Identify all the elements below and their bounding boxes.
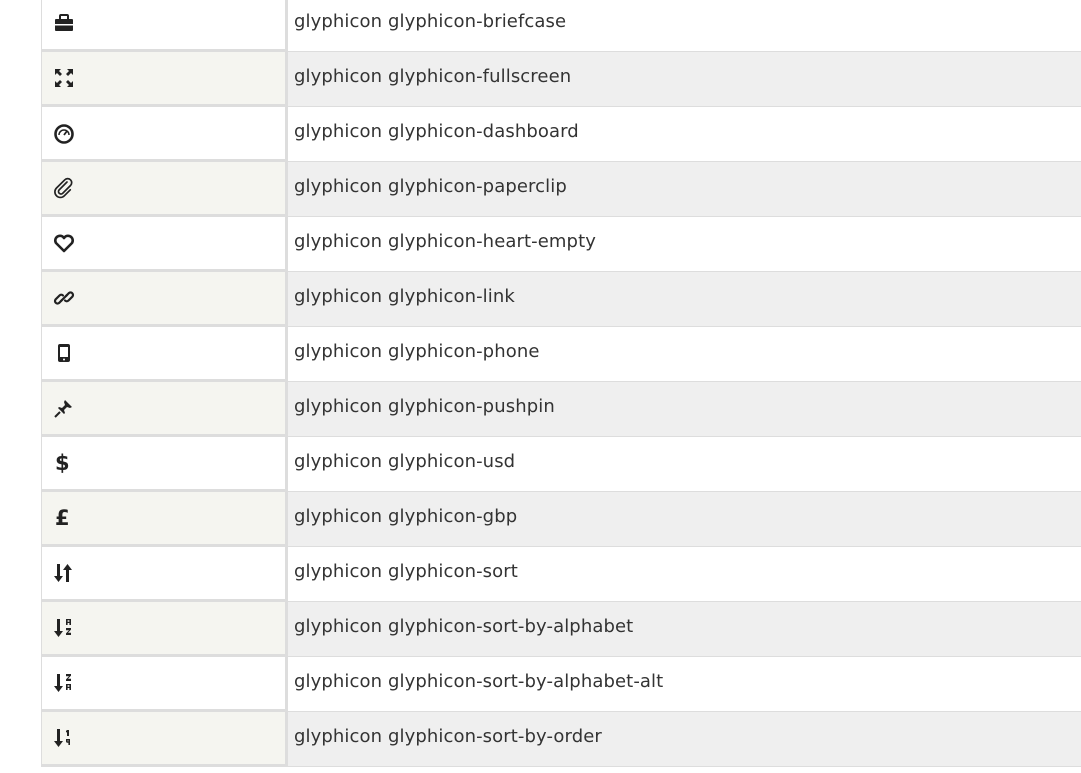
class-name-text: glyphicon glyphicon-sort — [294, 561, 518, 582]
icon-cell: $ — [41, 437, 288, 492]
class-name-cell: glyphicon glyphicon-link — [288, 272, 1081, 327]
table-row: glyphicon glyphicon-dashboard — [0, 107, 1081, 162]
class-name-cell: glyphicon glyphicon-gbp — [288, 492, 1081, 547]
sort-icon — [52, 561, 76, 585]
class-name-text: glyphicon glyphicon-briefcase — [294, 11, 567, 32]
class-name-cell: glyphicon glyphicon-sort-by-alphabet — [288, 602, 1081, 657]
class-name-text: glyphicon glyphicon-pushpin — [294, 396, 555, 417]
table-row: glyphicon glyphicon-sort-by-alphabet — [0, 602, 1081, 657]
heart-empty-icon — [52, 231, 76, 255]
class-name-cell: glyphicon glyphicon-heart-empty — [288, 217, 1081, 272]
glyphicon-table: glyphicon glyphicon-briefcase glyphicon … — [0, 0, 1081, 767]
paperclip-icon — [52, 176, 76, 200]
class-name-cell: glyphicon glyphicon-sort-by-alphabet-alt — [288, 657, 1081, 712]
table-row: glyphicon glyphicon-sort-by-alphabet-alt — [0, 657, 1081, 712]
class-name-text: glyphicon glyphicon-paperclip — [294, 176, 567, 197]
table-row: glyphicon glyphicon-phone — [0, 327, 1081, 382]
table-row: £ glyphicon glyphicon-gbp — [0, 492, 1081, 547]
class-name-text: glyphicon glyphicon-gbp — [294, 506, 518, 527]
class-name-text: glyphicon glyphicon-sort-by-order — [294, 726, 602, 747]
icon-cell — [41, 52, 288, 107]
class-name-cell: glyphicon glyphicon-sort-by-order — [288, 712, 1081, 767]
link-icon — [52, 286, 76, 310]
class-name-cell: glyphicon glyphicon-phone — [288, 327, 1081, 382]
pushpin-icon — [52, 396, 76, 420]
class-name-cell: glyphicon glyphicon-usd — [288, 437, 1081, 492]
class-name-cell: glyphicon glyphicon-pushpin — [288, 382, 1081, 437]
table-row: glyphicon glyphicon-pushpin — [0, 382, 1081, 437]
class-name-cell: glyphicon glyphicon-fullscreen — [288, 52, 1081, 107]
class-name-text: glyphicon glyphicon-link — [294, 286, 515, 307]
icon-cell — [41, 602, 288, 657]
briefcase-icon — [52, 11, 76, 35]
class-name-text: glyphicon glyphicon-phone — [294, 341, 540, 362]
usd-icon: $ — [55, 451, 70, 475]
icon-cell — [41, 382, 288, 437]
table-row: glyphicon glyphicon-sort-by-order — [0, 712, 1081, 767]
class-name-text: glyphicon glyphicon-sort-by-alphabet-alt — [294, 671, 664, 692]
table-row: glyphicon glyphicon-briefcase — [0, 0, 1081, 52]
table-row: glyphicon glyphicon-sort — [0, 547, 1081, 602]
table-row: glyphicon glyphicon-heart-empty — [0, 217, 1081, 272]
class-name-text: glyphicon glyphicon-usd — [294, 451, 516, 472]
icon-cell: £ — [41, 492, 288, 547]
sort-by-order-icon — [52, 726, 76, 750]
table-row: glyphicon glyphicon-paperclip — [0, 162, 1081, 217]
dashboard-icon — [52, 121, 76, 145]
class-name-cell: glyphicon glyphicon-dashboard — [288, 107, 1081, 162]
class-name-cell: glyphicon glyphicon-briefcase — [288, 0, 1081, 52]
class-name-text: glyphicon glyphicon-heart-empty — [294, 231, 596, 252]
table-row: glyphicon glyphicon-link — [0, 272, 1081, 327]
class-name-text: glyphicon glyphicon-dashboard — [294, 121, 579, 142]
icon-cell — [41, 657, 288, 712]
table-row: $ glyphicon glyphicon-usd — [0, 437, 1081, 492]
icon-cell — [41, 327, 288, 382]
class-name-text: glyphicon glyphicon-fullscreen — [294, 66, 572, 87]
icon-cell — [41, 272, 288, 327]
class-name-cell: glyphicon glyphicon-sort — [288, 547, 1081, 602]
class-name-cell: glyphicon glyphicon-paperclip — [288, 162, 1081, 217]
gbp-icon: £ — [55, 506, 70, 530]
icon-cell — [41, 217, 288, 272]
fullscreen-icon — [52, 66, 76, 90]
icon-cell — [41, 712, 288, 767]
table-row: glyphicon glyphicon-fullscreen — [0, 52, 1081, 107]
class-name-text: glyphicon glyphicon-sort-by-alphabet — [294, 616, 634, 637]
sort-by-alphabet-alt-icon — [52, 671, 76, 695]
sort-by-alphabet-icon — [52, 616, 76, 640]
icon-cell — [41, 107, 288, 162]
icon-cell — [41, 547, 288, 602]
phone-icon — [52, 341, 76, 365]
icon-cell — [41, 162, 288, 217]
icon-cell — [41, 0, 288, 52]
